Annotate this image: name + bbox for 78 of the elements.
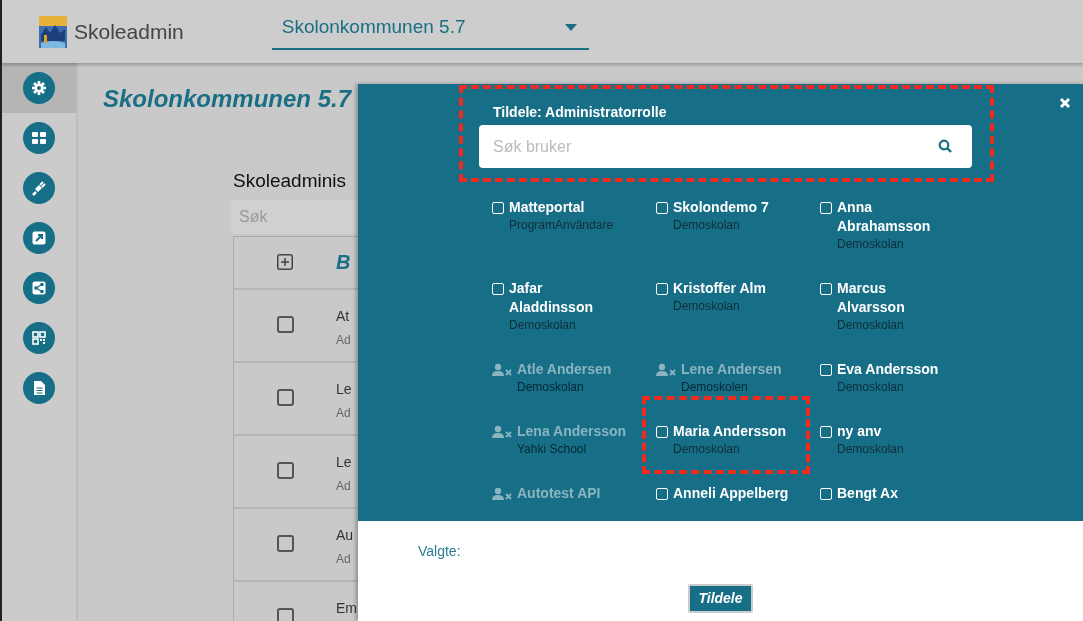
user-name: Lena Andersson	[517, 422, 627, 441]
user-school: Demoskolan	[837, 441, 904, 457]
selected-label: Valgte:	[418, 542, 462, 561]
sidebar-item[interactable]	[2, 63, 76, 113]
dialog-title: Tildele: Administratorrolle	[493, 103, 668, 122]
user-checkbox[interactable]	[656, 202, 668, 214]
add-icon	[277, 254, 293, 270]
user-disabled-icon	[492, 363, 512, 377]
user-name[interactable]: Skolondemo 7	[673, 198, 769, 217]
user-school: Demoskolan	[517, 379, 585, 395]
user-school: Yahki School	[517, 441, 588, 457]
user-name[interactable]: Anneli Appelberg	[673, 484, 789, 503]
document-icon	[23, 372, 55, 404]
row-checkbox[interactable]	[276, 461, 294, 479]
row-checkbox[interactable]	[276, 388, 294, 406]
user-name: Atle Andersen	[517, 360, 612, 379]
user-disabled-icon	[656, 363, 676, 377]
plug-icon	[23, 172, 55, 204]
section-title: Skoleadminis	[233, 169, 347, 193]
search-icon	[938, 139, 952, 153]
user-checkbox[interactable]	[820, 426, 832, 438]
user-name[interactable]: Anna Abrahamsson	[837, 198, 954, 236]
app-name: Skoleadmin	[74, 18, 184, 45]
user-checkbox[interactable]	[820, 488, 832, 500]
user-name: Autotest API	[517, 484, 601, 503]
user-name[interactable]: Eva Andersson	[837, 360, 939, 379]
table-cell-text: Le	[336, 379, 352, 399]
user-checkbox[interactable]	[820, 283, 832, 295]
user-search-field[interactable]: Søk bruker	[479, 125, 972, 168]
row-checkbox[interactable]	[276, 534, 294, 552]
user-school: Demoskolan	[837, 236, 905, 252]
user-name[interactable]: Bengt Ax	[837, 484, 898, 503]
user-disabled-icon	[492, 487, 512, 501]
table-cell-text: At	[336, 306, 351, 326]
user-name[interactable]: Marcus Alvarsson	[837, 279, 954, 317]
user-name[interactable]: Kristoffer Alm	[673, 279, 766, 298]
user-school: Demoskolen	[681, 379, 749, 395]
column-header: B	[336, 250, 351, 275]
user-name[interactable]: ny anv	[837, 422, 904, 441]
settings-icon	[23, 72, 55, 104]
user-disabled-icon	[492, 425, 512, 439]
page-title: Skolonkommunen 5.7	[103, 84, 353, 114]
table-cell-text: Ad	[336, 477, 352, 495]
caret-icon	[564, 24, 577, 31]
user-checkbox[interactable]	[656, 426, 668, 438]
share-icon	[23, 272, 55, 304]
user-checkbox[interactable]	[820, 202, 832, 214]
external-link-icon	[23, 222, 55, 254]
user-checkbox[interactable]	[492, 283, 504, 295]
logo-icon	[38, 14, 68, 49]
user-school: Demoskolan	[837, 317, 905, 333]
table-cell-text: Em	[336, 598, 357, 618]
user-checkbox[interactable]	[820, 364, 832, 376]
user-school: Demoskolan	[837, 379, 905, 395]
grid-icon	[23, 122, 55, 154]
user-checkbox[interactable]	[656, 283, 668, 295]
row-checkbox[interactable]	[276, 315, 294, 333]
user-name[interactable]: Jafar Aladdinsson	[509, 279, 626, 317]
row-checkbox[interactable]	[276, 607, 294, 621]
assign-button[interactable]: Tildele	[688, 584, 753, 613]
table-cell-text: Le	[336, 452, 352, 472]
municipality-dropdown[interactable]: Skolonkommunen 5.7	[271, 13, 589, 50]
user-school: Demoskolan	[509, 317, 577, 333]
user-name[interactable]: Maria Andersson	[673, 422, 787, 441]
table-cell-text: Ad	[336, 331, 351, 349]
user-school: Demoskolan	[673, 441, 741, 457]
qr-code-icon	[23, 322, 55, 354]
user-school: ProgramAnvändare	[509, 217, 614, 233]
user-school: Demoskolan	[673, 298, 741, 314]
user-name: Lene Andersen	[681, 360, 782, 379]
table-cell-text: Au	[336, 525, 354, 545]
user-name[interactable]: Matteportal	[509, 198, 614, 217]
user-school: Demoskolan	[673, 217, 741, 233]
close-icon	[1059, 96, 1071, 109]
table-cell-text: Ad	[336, 404, 352, 422]
user-checkbox[interactable]	[656, 488, 668, 500]
user-checkbox[interactable]	[492, 202, 504, 214]
table-cell-text: Ad	[336, 550, 352, 568]
